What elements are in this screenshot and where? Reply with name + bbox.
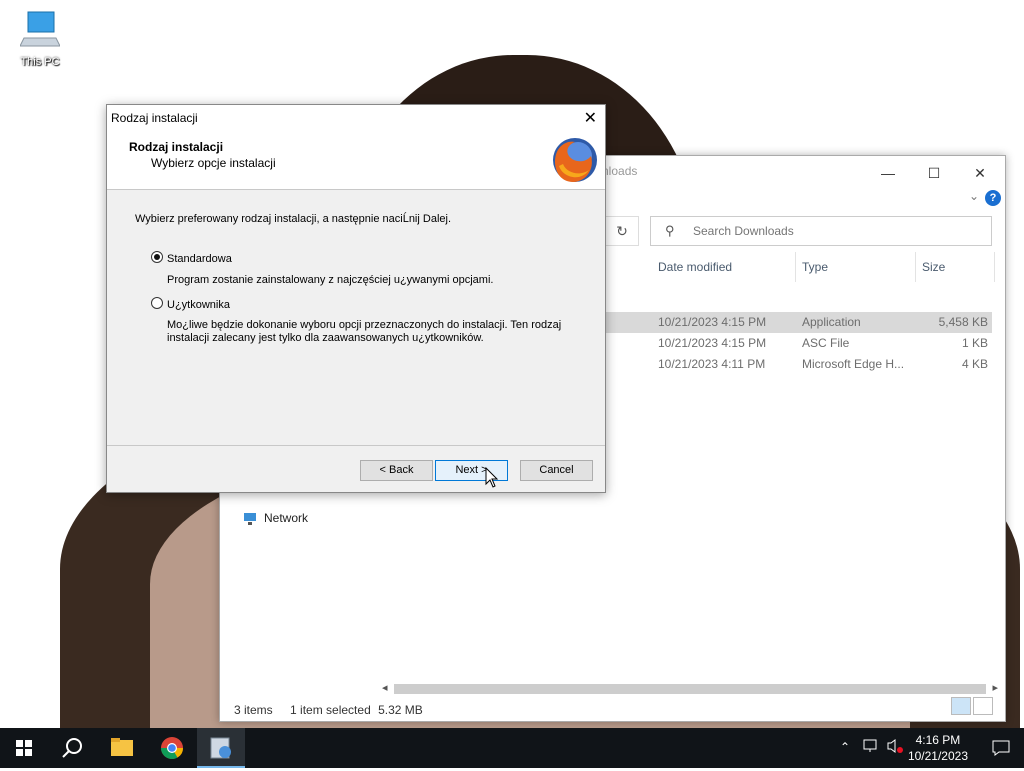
option-description: Mo¿liwe będzie dokonanie wyboru opcji pr… (167, 319, 562, 344)
refresh-button[interactable]: ↻ (605, 216, 639, 246)
installer-dialog[interactable]: Rodzaj instalacji ✕ Rodzaj instalacji Wy… (106, 104, 606, 493)
option-description: Program zostanie zainstalowany z najczęś… (167, 274, 494, 286)
search-button[interactable] (48, 728, 96, 768)
column-date-modified[interactable]: Date modified (658, 256, 732, 278)
installer-icon (210, 737, 231, 759)
column-type[interactable]: Type (802, 256, 828, 278)
network-status-icon[interactable] (862, 738, 880, 757)
radio-label: U¿ytkownika (167, 299, 230, 311)
close-icon[interactable]: ✕ (584, 108, 597, 128)
network-icon (242, 512, 258, 526)
row-size: 1 KB (961, 336, 988, 350)
dialog-header: Rodzaj instalacji Wybierz opcje instalac… (107, 130, 605, 190)
column-size[interactable]: Size (922, 256, 945, 278)
radio-standard[interactable]: Standardowa (151, 251, 232, 265)
cancel-button[interactable]: Cancel (520, 460, 593, 481)
column-divider[interactable] (915, 252, 916, 282)
dialog-title: Rodzaj instalacji (111, 111, 198, 125)
status-size: 5.32 MB (378, 703, 423, 717)
dialog-body: Wybierz preferowany rodzaj instalacji, a… (107, 190, 605, 445)
row-date: 10/21/2023 4:15 PM (658, 315, 767, 329)
back-button[interactable]: < Back (360, 460, 433, 481)
dialog-divider (107, 445, 605, 446)
row-date: 10/21/2023 4:11 PM (658, 357, 766, 371)
clock-time: 4:16 PM (915, 733, 961, 747)
nav-item-label: Network (264, 511, 309, 525)
status-item-count: 3 items (234, 703, 273, 717)
horizontal-scrollbar[interactable]: ◂ ▸ (380, 681, 1000, 695)
radio-unselected-icon[interactable] (151, 297, 163, 309)
desktop-icon-this-pc[interactable]: This PC (14, 10, 66, 68)
nav-item-network[interactable]: Network (242, 511, 308, 526)
status-selected: 1 item selected (290, 703, 371, 717)
scrollbar-thumb[interactable] (394, 684, 986, 694)
search-icon (62, 738, 82, 758)
desktop-icon-label: This PC (20, 56, 60, 68)
search-input[interactable] (691, 219, 985, 243)
notification-icon[interactable] (992, 739, 1010, 760)
details-view-icon[interactable] (951, 697, 971, 715)
chrome-taskbar-button[interactable] (148, 728, 196, 768)
row-size: 5,458 KB (938, 315, 988, 329)
radio-label: Standardowa (167, 253, 232, 265)
minimize-button[interactable]: — (865, 160, 911, 186)
close-button[interactable]: ✕ (957, 160, 1003, 186)
search-icon: ⚲ (665, 223, 675, 238)
mouse-cursor-icon (485, 466, 499, 492)
windows-logo-icon (16, 740, 32, 756)
clock[interactable]: 4:16 PM 10/21/2023 (908, 732, 968, 764)
start-button[interactable] (0, 728, 48, 768)
row-size: 4 KB (961, 357, 988, 371)
scroll-right-icon[interactable]: ▸ (992, 681, 998, 694)
row-type: Microsoft Edge H... (802, 357, 905, 371)
large-icons-view-icon[interactable] (973, 697, 993, 715)
scroll-left-icon[interactable]: ◂ (382, 681, 388, 694)
table-row[interactable]: 10/21/2023 4:15 PM ASC File 1 KB (600, 333, 992, 354)
status-bar: 3 items 1 item selected 5.32 MB (234, 703, 437, 717)
clock-date: 10/21/2023 (907, 749, 968, 763)
table-row[interactable]: 10/21/2023 4:15 PM Application 5,458 KB (600, 312, 992, 333)
help-icon[interactable]: ? (985, 190, 1001, 206)
table-row[interactable]: 10/21/2023 4:11 PM Microsoft Edge H... 4… (600, 354, 992, 375)
radio-custom[interactable]: U¿ytkownika (151, 297, 230, 311)
chevron-up-icon[interactable]: ⌃ (840, 740, 850, 754)
computer-icon (19, 10, 61, 50)
view-toggle (949, 697, 993, 718)
folder-icon (111, 738, 133, 756)
chevron-down-icon[interactable]: ⌄ (969, 189, 979, 203)
taskbar: ⌃ 4:16 PM 10/21/2023 (0, 728, 1024, 768)
firefox-logo-icon (551, 136, 599, 184)
explorer-title: nloads (602, 164, 638, 178)
header-subtitle: Wybierz opcje instalacji (151, 156, 276, 170)
file-explorer-taskbar-button[interactable] (98, 728, 146, 768)
column-divider[interactable] (994, 252, 995, 282)
dialog-intro-text: Wybierz preferowany rodzaj instalacji, a… (135, 213, 452, 225)
row-date: 10/21/2023 4:15 PM (658, 336, 767, 350)
row-type: Application (802, 315, 861, 329)
radio-selected-icon[interactable] (151, 251, 163, 263)
volume-muted-icon[interactable] (886, 738, 904, 757)
header-title: Rodzaj instalacji (129, 140, 224, 154)
search-box[interactable]: ⚲ (650, 216, 992, 246)
column-divider[interactable] (795, 252, 796, 282)
installer-taskbar-button[interactable] (197, 728, 245, 768)
maximize-button[interactable]: ☐ (911, 160, 957, 186)
chrome-icon (161, 737, 183, 759)
row-type: ASC File (802, 336, 850, 350)
dialog-titlebar[interactable]: Rodzaj instalacji ✕ (107, 105, 605, 130)
